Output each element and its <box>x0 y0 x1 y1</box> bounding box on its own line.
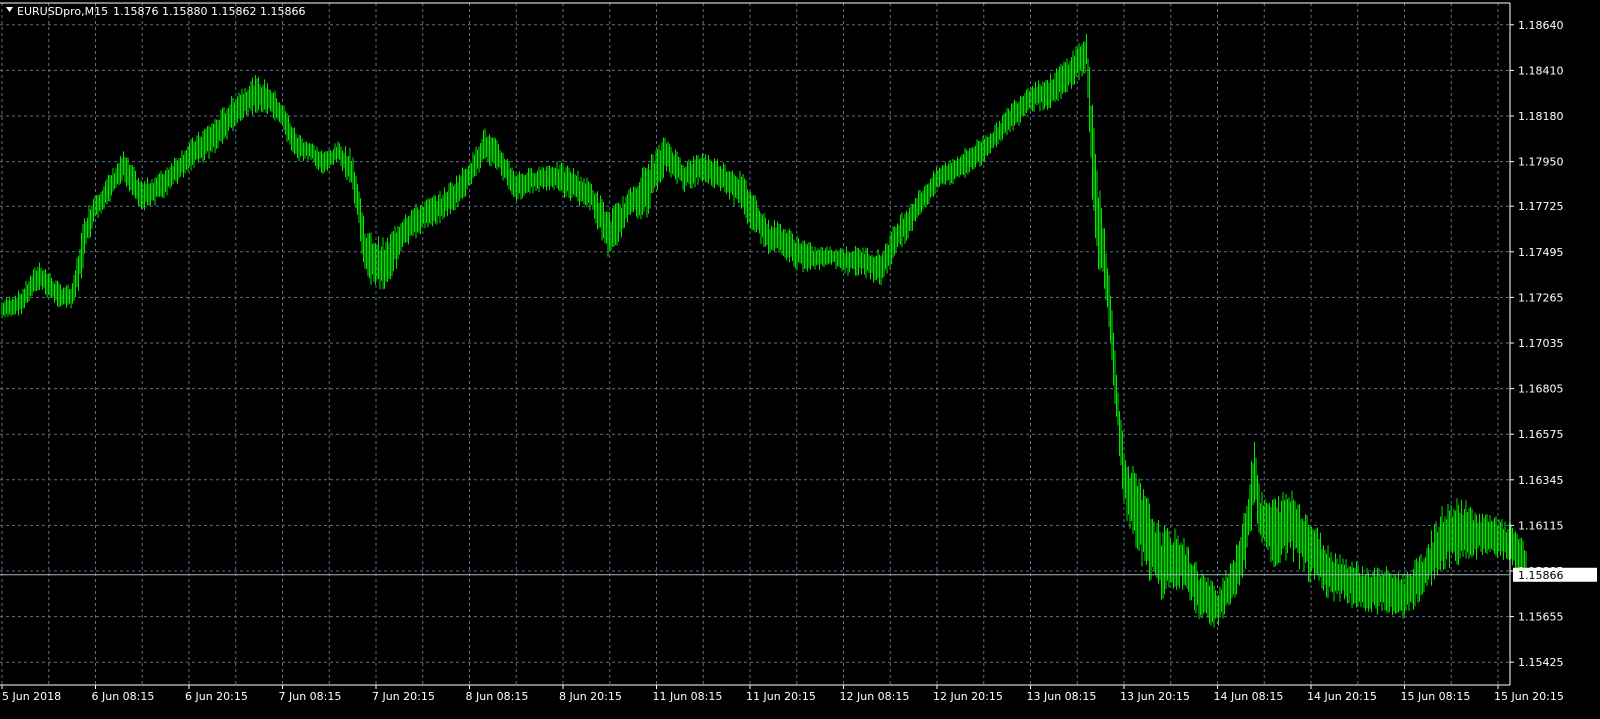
x-tick-label: 8 Jun 20:15 <box>559 690 622 703</box>
y-tick-label: 1.16805 <box>1518 383 1564 396</box>
x-tick-label: 6 Jun 20:15 <box>185 690 248 703</box>
price-chart[interactable]: 1.18640 1.18410 1.18180 1.17950 1.17725 1.174… <box>0 0 1600 719</box>
x-tick-label: 6 Jun 08:15 <box>92 690 155 703</box>
x-tick-label: 12 Jun 08:15 <box>840 690 910 703</box>
chart-canvas[interactable]: 1.18640 1.18410 1.18180 1.17950 1.17725 1.174… <box>0 0 1600 719</box>
price-bars <box>1 33 1527 628</box>
y-tick-label: 1.18180 <box>1518 110 1564 123</box>
y-tick-label: 1.17725 <box>1518 200 1564 213</box>
x-tick-label: 12 Jun 20:15 <box>933 690 1003 703</box>
x-tick-label: 7 Jun 08:15 <box>279 690 342 703</box>
y-tick-label: 1.17265 <box>1518 291 1564 304</box>
y-tick-label: 1.17035 <box>1518 337 1564 350</box>
x-axis-ticks: 5 Jun 2018 6 Jun 08:15 6 Jun 20:15 7 Jun 08… <box>1 685 1564 703</box>
y-tick-label: 1.15425 <box>1518 656 1564 669</box>
x-tick-label: 7 Jun 20:15 <box>372 690 435 703</box>
symbol-timeframe: EURUSDpro,M15 <box>17 5 108 18</box>
x-tick-label: 11 Jun 08:15 <box>653 690 723 703</box>
x-tick-label: 15 Jun 08:15 <box>1401 690 1471 703</box>
ohlc-values: 1.15876 1.15880 1.15862 1.15866 <box>113 5 305 18</box>
y-tick-label: 1.16115 <box>1518 519 1564 532</box>
x-tick-label: 13 Jun 08:15 <box>1027 690 1097 703</box>
y-tick-label: 1.18640 <box>1518 19 1564 32</box>
x-tick-label: 15 Jun 20:15 <box>1494 690 1564 703</box>
y-tick-label: 1.17495 <box>1518 246 1564 259</box>
triangle-down-icon[interactable] <box>6 7 13 12</box>
y-tick-label: 1.15655 <box>1518 611 1564 624</box>
y-tick-label: 1.17950 <box>1518 156 1564 169</box>
y-tick-label: 1.18410 <box>1518 64 1564 77</box>
axes <box>0 2 1511 686</box>
x-tick-label: 14 Jun 08:15 <box>1214 690 1284 703</box>
x-tick-label: 14 Jun 20:15 <box>1307 690 1377 703</box>
y-tick-label: 1.16345 <box>1518 474 1564 487</box>
current-price-label: 1.15866 <box>1518 569 1564 582</box>
chart-header: EURUSDpro,M15 1.15876 1.15880 1.15862 1.… <box>6 5 305 18</box>
grid <box>0 3 1510 685</box>
y-tick-label: 1.16575 <box>1518 428 1564 441</box>
x-tick-label: 8 Jun 08:15 <box>466 690 529 703</box>
x-tick-label: 13 Jun 20:15 <box>1120 690 1190 703</box>
x-tick-label: 11 Jun 20:15 <box>746 690 816 703</box>
x-tick-label: 5 Jun 2018 <box>2 690 61 703</box>
